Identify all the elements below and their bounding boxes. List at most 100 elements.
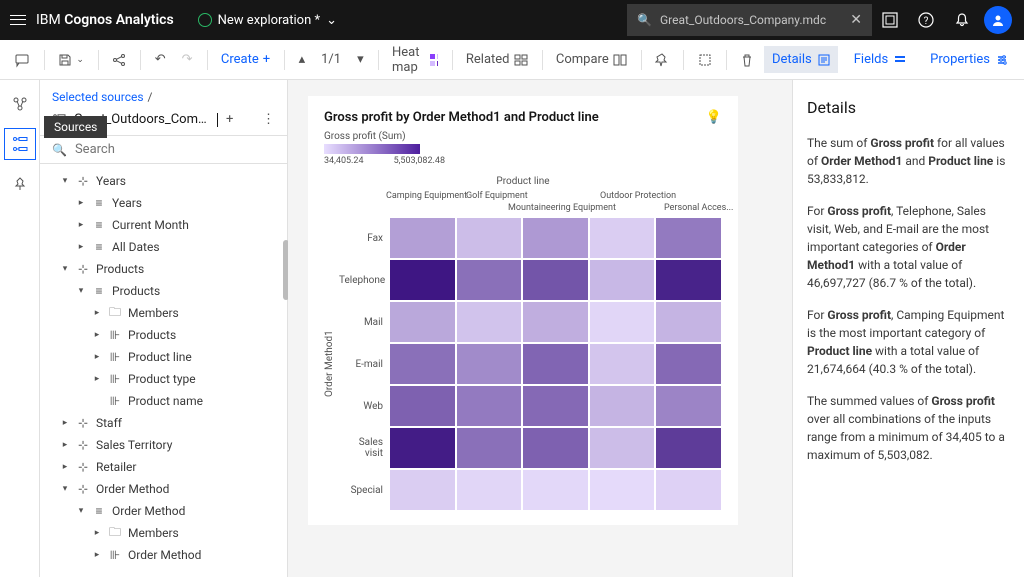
related-button[interactable]: Related bbox=[460, 48, 534, 71]
tree-node-om-level[interactable]: ▸⊪Order Method bbox=[40, 544, 287, 566]
row-label: Special bbox=[339, 485, 389, 496]
heatmap-cell[interactable] bbox=[389, 301, 456, 343]
heatmap-cell[interactable] bbox=[655, 427, 722, 469]
tree-node-om-members[interactable]: ▸🗀Members bbox=[40, 522, 287, 544]
tree-node-sales-territory[interactable]: ▸⊹Sales Territory bbox=[40, 434, 287, 456]
heatmap-cell[interactable] bbox=[389, 469, 456, 511]
delete-icon[interactable] bbox=[734, 49, 760, 71]
heatmap-cell[interactable] bbox=[389, 217, 456, 259]
heatmap-cell[interactable] bbox=[589, 217, 656, 259]
heatmap-cell[interactable] bbox=[389, 259, 456, 301]
tree-node-staff[interactable]: ▸⊹Staff bbox=[40, 412, 287, 434]
add-source-icon[interactable]: + bbox=[226, 112, 233, 127]
heatmap-cell[interactable] bbox=[456, 343, 523, 385]
undo-button[interactable]: ↶ bbox=[149, 48, 172, 71]
col-header: Golf Equipment bbox=[466, 191, 528, 201]
heatmap-cell[interactable] bbox=[522, 301, 589, 343]
compare-button[interactable]: Compare bbox=[550, 48, 633, 71]
chat-icon[interactable] bbox=[8, 48, 36, 72]
heatmap-cell[interactable] bbox=[655, 217, 722, 259]
tab-fields[interactable]: Fields bbox=[846, 46, 914, 73]
clear-search-icon[interactable]: ✕ bbox=[850, 12, 862, 28]
heatmap-cell[interactable] bbox=[389, 385, 456, 427]
heatmap-cell[interactable] bbox=[456, 385, 523, 427]
heatmap-cell[interactable] bbox=[456, 469, 523, 511]
heatmap-cell[interactable] bbox=[522, 343, 589, 385]
help-icon[interactable]: ? bbox=[908, 2, 944, 38]
selection-icon[interactable] bbox=[692, 49, 718, 71]
breadcrumb[interactable]: Selected sources/ bbox=[40, 80, 287, 108]
heatmap-cell[interactable] bbox=[655, 469, 722, 511]
heatmap-cell[interactable] bbox=[522, 469, 589, 511]
heatmap-cell[interactable] bbox=[655, 343, 722, 385]
tree-node-product-type[interactable]: ▸⊪Product type bbox=[40, 368, 287, 390]
heatmap-cell[interactable] bbox=[456, 427, 523, 469]
heatmap-cell[interactable] bbox=[522, 259, 589, 301]
prev-page[interactable]: ▴ bbox=[293, 48, 312, 71]
tree-node-members[interactable]: ▸🗀Members bbox=[40, 302, 287, 324]
tree-node-products-hier[interactable]: ▾≡Products bbox=[40, 280, 287, 302]
tree-search-input[interactable] bbox=[75, 142, 275, 157]
next-page[interactable]: ▾ bbox=[351, 48, 370, 71]
tree-node-current-month[interactable]: ▸≡Current Month bbox=[40, 214, 287, 236]
heatmap-cell[interactable] bbox=[522, 385, 589, 427]
tree-node-retailer[interactable]: ▸⊹Retailer bbox=[40, 456, 287, 478]
rail-data-icon[interactable] bbox=[4, 88, 36, 120]
tree-node-years[interactable]: ▾⊹Years bbox=[40, 170, 287, 192]
chart-type-button[interactable]: Heat map bbox=[386, 41, 444, 79]
pin-icon[interactable] bbox=[649, 49, 675, 71]
lightbulb-icon[interactable]: 💡 bbox=[706, 110, 722, 125]
heatmap-cell[interactable] bbox=[522, 427, 589, 469]
tree-node-product-line[interactable]: ▸⊪Product line bbox=[40, 346, 287, 368]
tree-node-order-method[interactable]: ▾⊹Order Method bbox=[40, 478, 287, 500]
sources-panel: Selected sources/ Great_Outdoors_Company… bbox=[40, 80, 288, 577]
heatmap-card[interactable]: Gross profit by Order Method1 and Produc… bbox=[308, 96, 738, 525]
heatmap-cell[interactable] bbox=[456, 301, 523, 343]
tree-node-order-method-hier[interactable]: ▾≡Order Method bbox=[40, 500, 287, 522]
row-label: Sales visit bbox=[339, 437, 389, 459]
heatmap-cell[interactable] bbox=[522, 217, 589, 259]
share-icon[interactable] bbox=[106, 49, 132, 71]
source-more-icon[interactable]: ⋮ bbox=[262, 112, 275, 127]
legend-label: Gross profit (Sum) bbox=[324, 131, 722, 142]
heatmap-cell[interactable] bbox=[655, 385, 722, 427]
heatmap-cell[interactable] bbox=[655, 301, 722, 343]
tree-node-all-dates[interactable]: ▸≡All Dates bbox=[40, 236, 287, 258]
global-search[interactable]: 🔍 Great_Outdoors_Company.mdc ✕ bbox=[627, 4, 872, 36]
menu-icon[interactable] bbox=[8, 10, 28, 30]
exploration-switcher[interactable]: New exploration * ⌄ bbox=[198, 13, 337, 28]
search-icon: 🔍 bbox=[52, 143, 67, 157]
heatmap-cell[interactable] bbox=[589, 385, 656, 427]
heatmap-cell[interactable] bbox=[589, 301, 656, 343]
redo-button[interactable]: ↷ bbox=[176, 48, 199, 71]
heatmap-cell[interactable] bbox=[589, 259, 656, 301]
heatmap-cell[interactable] bbox=[589, 427, 656, 469]
rail-pin-icon[interactable] bbox=[4, 168, 36, 200]
tree-node-years-level[interactable]: ▸≡Years bbox=[40, 192, 287, 214]
tab-details[interactable]: Details bbox=[764, 46, 838, 73]
heatmap-cell[interactable] bbox=[389, 343, 456, 385]
user-avatar[interactable] bbox=[980, 2, 1016, 38]
heatmap-cell[interactable] bbox=[589, 343, 656, 385]
svg-text:?: ? bbox=[924, 16, 929, 27]
rail-sources-icon[interactable] bbox=[4, 128, 36, 160]
tree-search[interactable]: 🔍 bbox=[40, 136, 287, 164]
tree-node-products[interactable]: ▾⊹Products bbox=[40, 258, 287, 280]
notifications-icon[interactable] bbox=[944, 2, 980, 38]
tree-node-products-level[interactable]: ▸⊪Products bbox=[40, 324, 287, 346]
sources-tooltip: Sources bbox=[44, 116, 107, 138]
switcher-icon[interactable] bbox=[872, 2, 908, 38]
save-button[interactable]: ⌄ bbox=[52, 49, 90, 71]
heatmap-cell[interactable] bbox=[589, 469, 656, 511]
heatmap-cell[interactable] bbox=[389, 427, 456, 469]
heatmap-cell[interactable] bbox=[456, 259, 523, 301]
heatmap-cell[interactable] bbox=[655, 259, 722, 301]
tab-properties[interactable]: Properties bbox=[922, 46, 1016, 73]
tree-node-product-name[interactable]: ⊪Product name bbox=[40, 390, 287, 412]
chevron-down-icon: ⌄ bbox=[326, 13, 337, 28]
heatmap-cell[interactable] bbox=[456, 217, 523, 259]
x-axis-label: Product line bbox=[324, 176, 722, 187]
row-label: E-mail bbox=[339, 359, 389, 370]
details-paragraph: For Gross profit, Camping Equipment is t… bbox=[807, 306, 1010, 378]
create-button[interactable]: Create + bbox=[215, 48, 276, 71]
